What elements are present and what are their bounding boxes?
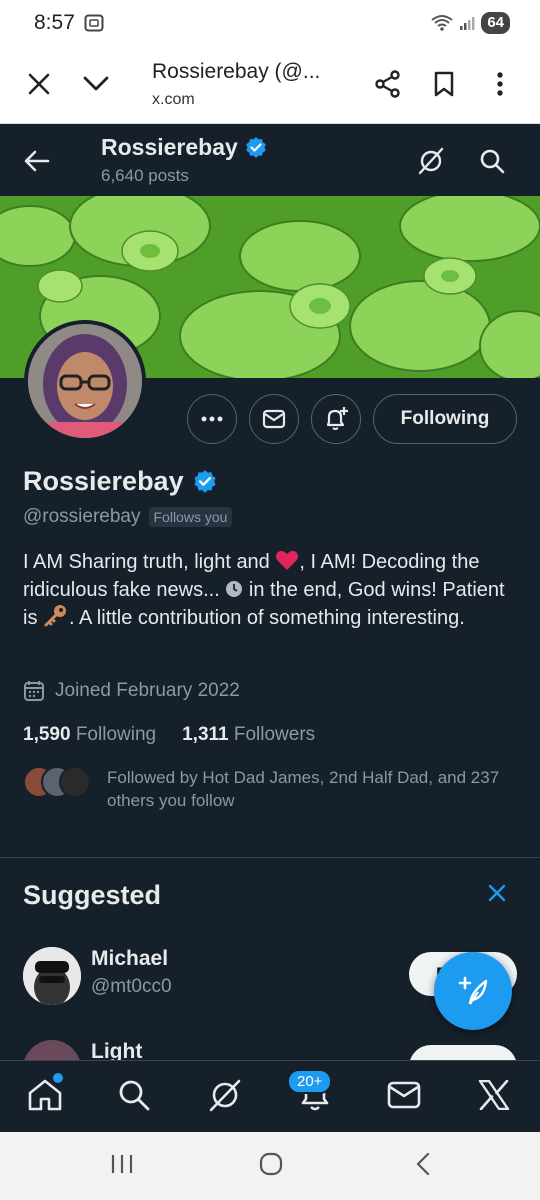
suggested-user[interactable]: Light Follow [0, 1040, 540, 1060]
bottom-nav: 20+ [0, 1060, 540, 1132]
avatar [23, 947, 81, 1005]
wifi-icon [431, 15, 453, 31]
close-x-icon[interactable] [488, 884, 506, 907]
more-icon [201, 416, 223, 422]
page-title: Rossierebay (@... [152, 60, 321, 83]
browser-bar: Rossierebay (@... x.com [0, 46, 540, 124]
home-button-icon[interactable] [259, 1152, 283, 1181]
profile-bio: I AM Sharing truth, light and , I AM! De… [23, 548, 519, 632]
page-url: x.com [152, 91, 195, 108]
notify-button[interactable] [311, 394, 361, 444]
profile-handle-row: @rossierebay Follows you [23, 506, 233, 528]
profile-handle: @rossierebay [23, 506, 141, 527]
key-icon [44, 605, 66, 627]
suggested-name: Light [91, 1040, 143, 1060]
battery-indicator: 64 [481, 12, 510, 34]
close-icon[interactable] [23, 68, 55, 100]
followed-by-row[interactable]: Followed by Hot Dad James, 2nd Half Dad,… [23, 766, 523, 812]
compose-button[interactable] [434, 952, 512, 1030]
screenshot-icon [84, 14, 104, 37]
bell-plus-icon [326, 407, 348, 430]
notifications-badge: 20+ [287, 1069, 333, 1094]
follow-counts: 1,590 Following 1,311 Followers [23, 724, 315, 746]
suggested-name: Michael [91, 947, 169, 970]
chevron-down-icon[interactable] [80, 68, 112, 100]
verified-icon [194, 469, 216, 493]
bio-text-4: . A little contribution of something int… [69, 607, 465, 629]
clock-icon [226, 581, 243, 597]
header-name: Rossierebay [101, 134, 238, 160]
followers-link[interactable]: 1,311 Followers [182, 724, 315, 746]
heart-icon [276, 550, 299, 570]
following-count: 1,590 [23, 724, 71, 745]
status-bar: 8:57 64 [0, 0, 540, 46]
profile-name-row: Rossierebay [23, 466, 218, 497]
system-nav-bar [0, 1132, 540, 1200]
suggested-handle: @mt0cc0 [91, 976, 172, 997]
suggested-title: Suggested [23, 880, 162, 910]
following-link[interactable]: 1,590 Following [23, 724, 156, 746]
profile-header: Rossierebay 6,640 posts [0, 124, 540, 196]
more-vert-icon[interactable] [484, 68, 516, 100]
followers-count: 1,311 [182, 724, 229, 745]
grok-icon[interactable] [416, 146, 446, 176]
back-arrow-icon[interactable] [22, 146, 52, 176]
followed-by-avatars [23, 766, 93, 798]
post-count: 6,640 posts [101, 166, 189, 185]
home-unread-dot [53, 1073, 63, 1083]
avatar [23, 1040, 81, 1060]
search-icon[interactable] [477, 146, 507, 176]
joined-row: Joined February 2022 [23, 680, 240, 702]
following-label: Following [75, 724, 157, 745]
followed-by-text: Followed by Hot Dad James, 2nd Half Dad,… [107, 768, 500, 810]
bio-text-1: I AM Sharing truth, light and [23, 551, 276, 573]
message-button[interactable] [249, 394, 299, 444]
verified-icon [246, 136, 266, 158]
profile-avatar[interactable] [24, 320, 146, 442]
status-time: 8:57 [34, 11, 75, 34]
signal-icon [460, 17, 475, 30]
profile-name: Rossierebay [23, 466, 184, 496]
x-logo-icon[interactable] [474, 1075, 514, 1115]
avatar [59, 766, 91, 798]
calendar-icon [24, 681, 44, 701]
followers-label: Followers [233, 724, 316, 745]
compose-icon [458, 976, 488, 1005]
more-options-button[interactable] [187, 394, 237, 444]
following-button[interactable]: Following [373, 394, 517, 444]
mail-icon[interactable] [384, 1075, 424, 1115]
recent-apps-icon[interactable] [110, 1152, 134, 1181]
joined-date: Joined February 2022 [55, 680, 240, 701]
header-name-row: Rossierebay [101, 134, 268, 161]
grok-icon[interactable] [205, 1075, 245, 1115]
share-icon[interactable] [372, 68, 404, 100]
follows-you-badge: Follows you [148, 507, 233, 527]
back-button-icon[interactable] [413, 1152, 433, 1181]
mail-icon [262, 409, 286, 429]
search-icon[interactable] [114, 1075, 154, 1115]
bookmark-icon[interactable] [428, 68, 460, 100]
status-indicators: 64 [431, 12, 510, 34]
divider [0, 857, 540, 858]
follow-button[interactable]: Follow [409, 1045, 517, 1060]
